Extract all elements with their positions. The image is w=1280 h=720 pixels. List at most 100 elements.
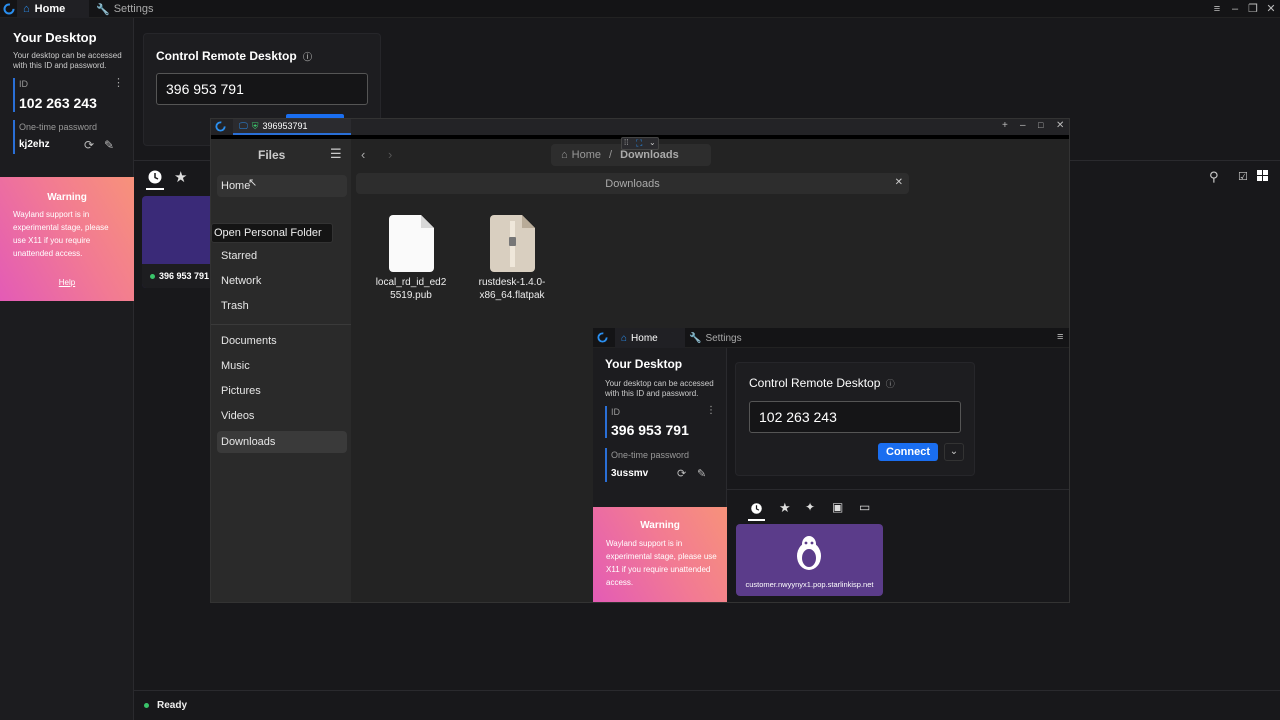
otp-accent-bar: [605, 448, 607, 482]
rustdesk-logo-icon: [597, 332, 608, 343]
recent-sessions-icon[interactable]: [750, 502, 763, 515]
tab-home[interactable]: ⌂ Home: [17, 0, 89, 18]
files-title: Files: [258, 148, 286, 162]
recent-peer-card[interactable]: 396 953 791: [142, 196, 214, 288]
nested-wayland-warning: Warning Wayland support is in experiment…: [593, 507, 727, 602]
id-value: 396 953 791: [611, 422, 689, 438]
nav-home[interactable]: Home: [217, 175, 347, 197]
otp-accent-bar: [13, 120, 15, 154]
id-label: ID: [19, 79, 28, 89]
nav-network[interactable]: Network: [217, 270, 347, 292]
nested-peer-card[interactable]: customer.nwyynyx1.pop.starlinkisp.net: [736, 524, 883, 596]
peer-id: 396 953 791: [159, 271, 210, 281]
menu-icon[interactable]: ≡: [1211, 3, 1223, 15]
minimize-icon[interactable]: –: [1020, 120, 1026, 131]
close-icon[interactable]: ✕: [1056, 120, 1064, 131]
forward-arrow-icon[interactable]: ›: [388, 147, 392, 162]
ready-status-dot: [144, 703, 149, 708]
nav-music[interactable]: Music: [217, 355, 347, 377]
active-tab-underline: [146, 188, 164, 190]
linux-penguin-icon: [790, 534, 828, 572]
sidebar-divider: [211, 324, 351, 325]
nested-tab-home[interactable]: ⌂ Home: [615, 328, 685, 348]
online-status-dot: [150, 274, 155, 279]
divider: [727, 489, 1069, 490]
mouse-cursor-icon: ↖: [248, 177, 258, 189]
recent-sessions-icon[interactable]: [147, 169, 163, 185]
chevron-down-icon[interactable]: ⌄: [944, 443, 964, 461]
restore-icon[interactable]: ❐: [1247, 3, 1259, 15]
nested-rustdesk-window: ⌂ Home 🔧 Settings ≡ Your Desktop Your de…: [593, 328, 1069, 602]
remote-title-bar: 🖵 ⛨ 396953791 + – □ ✕: [211, 119, 1069, 135]
minimize-icon[interactable]: –: [1229, 3, 1241, 15]
refresh-icon[interactable]: ⟳: [677, 467, 686, 480]
chevron-down-icon[interactable]: ⌄: [649, 138, 656, 147]
nav-trash[interactable]: Trash: [217, 295, 347, 317]
tab-settings[interactable]: 🔧 Settings: [92, 0, 168, 18]
connect-button[interactable]: Connect: [878, 443, 938, 461]
hamburger-menu-icon[interactable]: ☰: [330, 146, 342, 162]
otp-label: One-time password: [19, 122, 98, 132]
fullscreen-icon[interactable]: ⛶: [636, 138, 642, 149]
location-search-bar[interactable]: Downloads ✕: [356, 173, 909, 194]
nav-documents[interactable]: Documents: [217, 330, 347, 352]
remote-id-input[interactable]: 396 953 791: [156, 73, 368, 105]
favorites-star-icon[interactable]: ★: [174, 168, 187, 186]
id-accent-bar: [13, 78, 15, 112]
control-remote-title: Control Remote Desktop ⓘ: [156, 49, 313, 63]
file-item[interactable]: local_rd_id_ed2 5519.pub: [366, 215, 456, 302]
wayland-warning: Warning Wayland support is in experiment…: [0, 177, 134, 301]
floating-toolbar[interactable]: ⁞⁞ ⛶ ⌄: [621, 137, 659, 150]
close-icon[interactable]: ✕: [1265, 3, 1277, 15]
add-tab-icon[interactable]: +: [1002, 120, 1008, 131]
status-text: Ready: [157, 700, 188, 711]
address-book-icon[interactable]: ▣: [832, 500, 843, 514]
edit-icon[interactable]: ✎: [104, 138, 114, 152]
archive-file-icon: [489, 215, 535, 272]
favorites-star-icon[interactable]: ★: [779, 500, 791, 516]
monitor-icon: 🖵: [239, 120, 248, 131]
discovered-compass-icon[interactable]: ✦: [805, 500, 815, 514]
help-link[interactable]: Help: [0, 278, 134, 287]
nested-tab-settings[interactable]: 🔧 Settings: [689, 328, 759, 348]
clear-search-icon[interactable]: ✕: [895, 177, 903, 188]
search-icon[interactable]: ⚲: [1209, 169, 1219, 185]
active-tab-underline: [748, 519, 765, 521]
nav-videos[interactable]: Videos: [217, 405, 347, 427]
back-arrow-icon[interactable]: ‹: [361, 147, 365, 162]
devices-icon[interactable]: ▭: [859, 500, 870, 514]
warning-text: Wayland support is in experimental stage…: [606, 539, 717, 587]
select-checkbox-icon[interactable]: ☑: [1238, 170, 1248, 183]
menu-icon[interactable]: ≡: [1057, 331, 1063, 343]
help-circle-icon: ⓘ: [885, 379, 895, 389]
file-item[interactable]: rustdesk-1.4.0- x86_64.flatpak: [467, 215, 557, 302]
edit-icon[interactable]: ✎: [697, 467, 706, 480]
wrench-icon: 🔧: [689, 332, 702, 344]
remote-id-input[interactable]: 102 263 243: [749, 401, 961, 433]
status-bar: Ready: [134, 690, 1280, 720]
control-remote-title: Control Remote Desktop ⓘ: [749, 376, 895, 390]
warning-title: Warning: [47, 192, 87, 203]
secure-shield-icon: ⛨: [251, 120, 259, 131]
otp-label: One-time password: [611, 450, 690, 460]
desktop-description: Your desktop can be accessed with this I…: [605, 379, 714, 398]
grid-view-icon[interactable]: [1257, 170, 1268, 181]
document-file-icon: [388, 215, 434, 272]
nested-control-card: Control Remote Desktop ⓘ 102 263 243 Con…: [735, 362, 975, 476]
breadcrumb-current[interactable]: Downloads: [620, 149, 679, 161]
peer-hostname: customer.nwyynyx1.pop.starlinkisp.net: [745, 580, 874, 589]
nav-pictures[interactable]: Pictures: [217, 380, 347, 402]
maximize-icon[interactable]: □: [1038, 120, 1043, 130]
rustdesk-logo-icon: [3, 3, 15, 15]
drag-handle-icon[interactable]: ⁞⁞: [624, 138, 628, 147]
remote-session-tab[interactable]: 🖵 ⛨ 396953791: [233, 119, 351, 135]
more-vert-icon[interactable]: ⋮: [706, 405, 716, 416]
home-icon: ⌂: [621, 332, 628, 344]
breadcrumb-home[interactable]: Home: [572, 149, 601, 161]
nav-downloads[interactable]: Downloads: [217, 431, 347, 453]
nav-starred[interactable]: Starred: [217, 245, 347, 267]
more-vert-icon[interactable]: ⋮: [113, 76, 124, 89]
id-label: ID: [611, 407, 620, 417]
refresh-icon[interactable]: ⟳: [84, 138, 94, 152]
remote-session-window[interactable]: 🖵 ⛨ 396953791 + – □ ✕ Files ☰ Home Open …: [210, 118, 1070, 603]
